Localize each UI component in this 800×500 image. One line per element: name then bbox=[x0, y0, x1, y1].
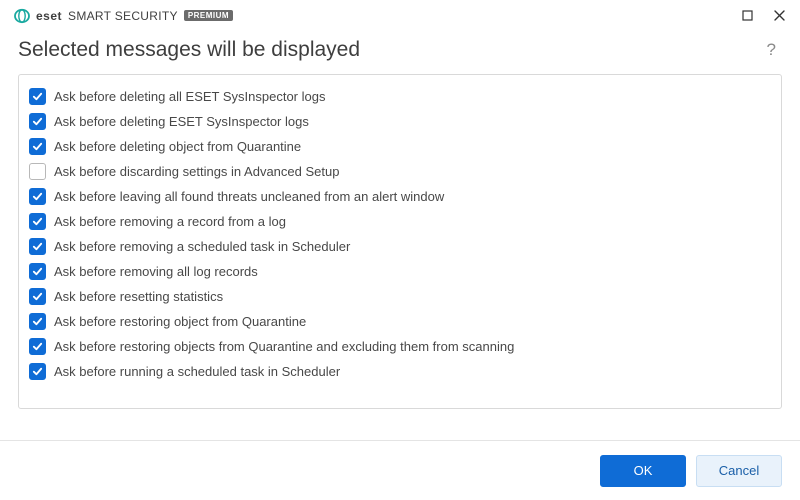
checkbox[interactable] bbox=[29, 238, 46, 255]
ok-button[interactable]: OK bbox=[600, 455, 686, 487]
list-item: Ask before deleting ESET SysInspector lo… bbox=[25, 109, 773, 134]
brand-badge: PREMIUM bbox=[184, 10, 233, 21]
dialog-header: Selected messages will be displayed ? bbox=[0, 32, 800, 74]
list-item-label: Ask before restoring object from Quarant… bbox=[54, 314, 306, 329]
page-title: Selected messages will be displayed bbox=[18, 38, 360, 62]
checkbox[interactable] bbox=[29, 88, 46, 105]
brand-name: eset bbox=[36, 9, 62, 23]
list-item: Ask before removing a scheduled task in … bbox=[25, 234, 773, 259]
list-item-label: Ask before removing a scheduled task in … bbox=[54, 239, 350, 254]
list-item: Ask before leaving all found threats unc… bbox=[25, 184, 773, 209]
checkbox[interactable] bbox=[29, 138, 46, 155]
brand-product: SMART SECURITY bbox=[68, 9, 178, 23]
content-panel: Ask before deleting all ESET SysInspecto… bbox=[18, 74, 782, 409]
list-item: Ask before deleting object from Quaranti… bbox=[25, 134, 773, 159]
checkbox[interactable] bbox=[29, 338, 46, 355]
list-item: Ask before resetting statistics bbox=[25, 284, 773, 309]
maximize-button[interactable] bbox=[732, 4, 762, 28]
brand: eset SMART SECURITY PREMIUM bbox=[14, 8, 233, 24]
window-controls bbox=[732, 4, 794, 28]
checkbox[interactable] bbox=[29, 213, 46, 230]
list-item-label: Ask before leaving all found threats unc… bbox=[54, 189, 444, 204]
message-list[interactable]: Ask before deleting all ESET SysInspecto… bbox=[19, 75, 781, 408]
list-item-label: Ask before deleting all ESET SysInspecto… bbox=[54, 89, 325, 104]
list-item: Ask before running a scheduled task in S… bbox=[25, 359, 773, 384]
checkbox[interactable] bbox=[29, 163, 46, 180]
list-item-label: Ask before restoring objects from Quaran… bbox=[54, 339, 514, 354]
checkbox[interactable] bbox=[29, 113, 46, 130]
list-item-label: Ask before resetting statistics bbox=[54, 289, 223, 304]
help-icon[interactable]: ? bbox=[761, 38, 782, 62]
title-bar: eset SMART SECURITY PREMIUM bbox=[0, 0, 800, 32]
list-item-label: Ask before deleting object from Quaranti… bbox=[54, 139, 301, 154]
checkbox[interactable] bbox=[29, 263, 46, 280]
checkbox[interactable] bbox=[29, 363, 46, 380]
list-item: Ask before deleting all ESET SysInspecto… bbox=[25, 84, 773, 109]
checkbox[interactable] bbox=[29, 313, 46, 330]
checkbox[interactable] bbox=[29, 188, 46, 205]
close-button[interactable] bbox=[764, 4, 794, 28]
list-item: Ask before discarding settings in Advanc… bbox=[25, 159, 773, 184]
list-item: Ask before restoring object from Quarant… bbox=[25, 309, 773, 334]
cancel-button[interactable]: Cancel bbox=[696, 455, 782, 487]
checkbox[interactable] bbox=[29, 288, 46, 305]
dialog-footer: OK Cancel bbox=[0, 440, 800, 500]
list-item-label: Ask before discarding settings in Advanc… bbox=[54, 164, 339, 179]
list-item-label: Ask before running a scheduled task in S… bbox=[54, 364, 340, 379]
list-item-label: Ask before deleting ESET SysInspector lo… bbox=[54, 114, 309, 129]
eset-logo-icon bbox=[14, 8, 30, 24]
list-item: Ask before restoring objects from Quaran… bbox=[25, 334, 773, 359]
list-item: Ask before removing all log records bbox=[25, 259, 773, 284]
list-item-label: Ask before removing all log records bbox=[54, 264, 258, 279]
list-item-label: Ask before removing a record from a log bbox=[54, 214, 286, 229]
list-item: Ask before removing a record from a log bbox=[25, 209, 773, 234]
